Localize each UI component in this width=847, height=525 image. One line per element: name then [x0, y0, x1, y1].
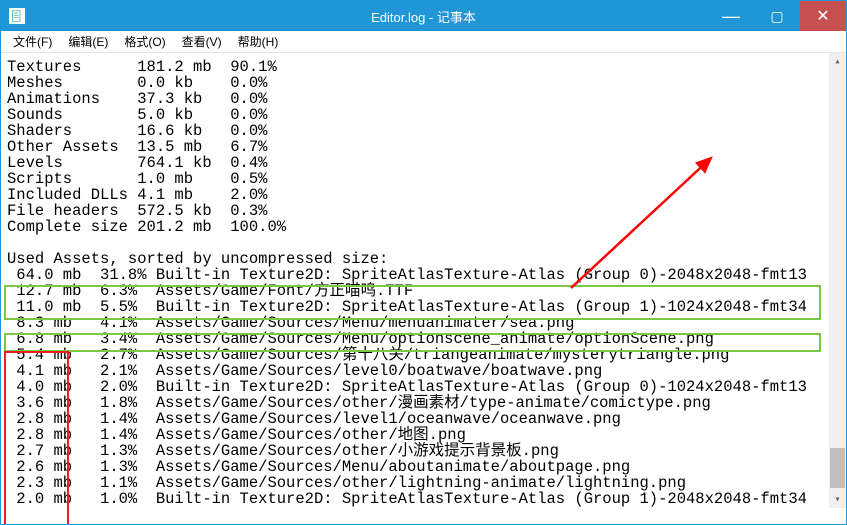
menu-file[interactable]: 文件(F) [5, 33, 60, 50]
window-title: Editor.log - 记事本 [371, 7, 476, 26]
menu-edit[interactable]: 编辑(E) [60, 33, 116, 50]
app-icon [9, 8, 25, 24]
close-button[interactable]: ✕ [800, 1, 846, 31]
scroll-up-arrow-icon[interactable]: ▴ [829, 53, 846, 70]
content-area: Textures 181.2 mb 90.1% Meshes 0.0 kb 0.… [1, 53, 846, 524]
minimize-button[interactable]: — [708, 1, 754, 31]
maximize-button[interactable]: ▢ [754, 1, 800, 31]
notepad-window: Editor.log - 记事本 — ▢ ✕ 文件(F) 编辑(E) 格式(O)… [0, 0, 847, 525]
menu-help[interactable]: 帮助(H) [230, 33, 287, 50]
text-area[interactable]: Textures 181.2 mb 90.1% Meshes 0.0 kb 0.… [7, 59, 826, 524]
window-controls: — ▢ ✕ [708, 1, 846, 31]
vertical-scrollbar[interactable]: ▴ ▾ [829, 53, 846, 508]
menu-format[interactable]: 格式(O) [116, 33, 173, 50]
menubar: 文件(F) 编辑(E) 格式(O) 查看(V) 帮助(H) [1, 31, 846, 53]
scroll-down-arrow-icon[interactable]: ▾ [829, 491, 846, 508]
scroll-thumb[interactable] [830, 448, 845, 488]
titlebar[interactable]: Editor.log - 记事本 — ▢ ✕ [1, 1, 846, 31]
menu-view[interactable]: 查看(V) [174, 33, 230, 50]
